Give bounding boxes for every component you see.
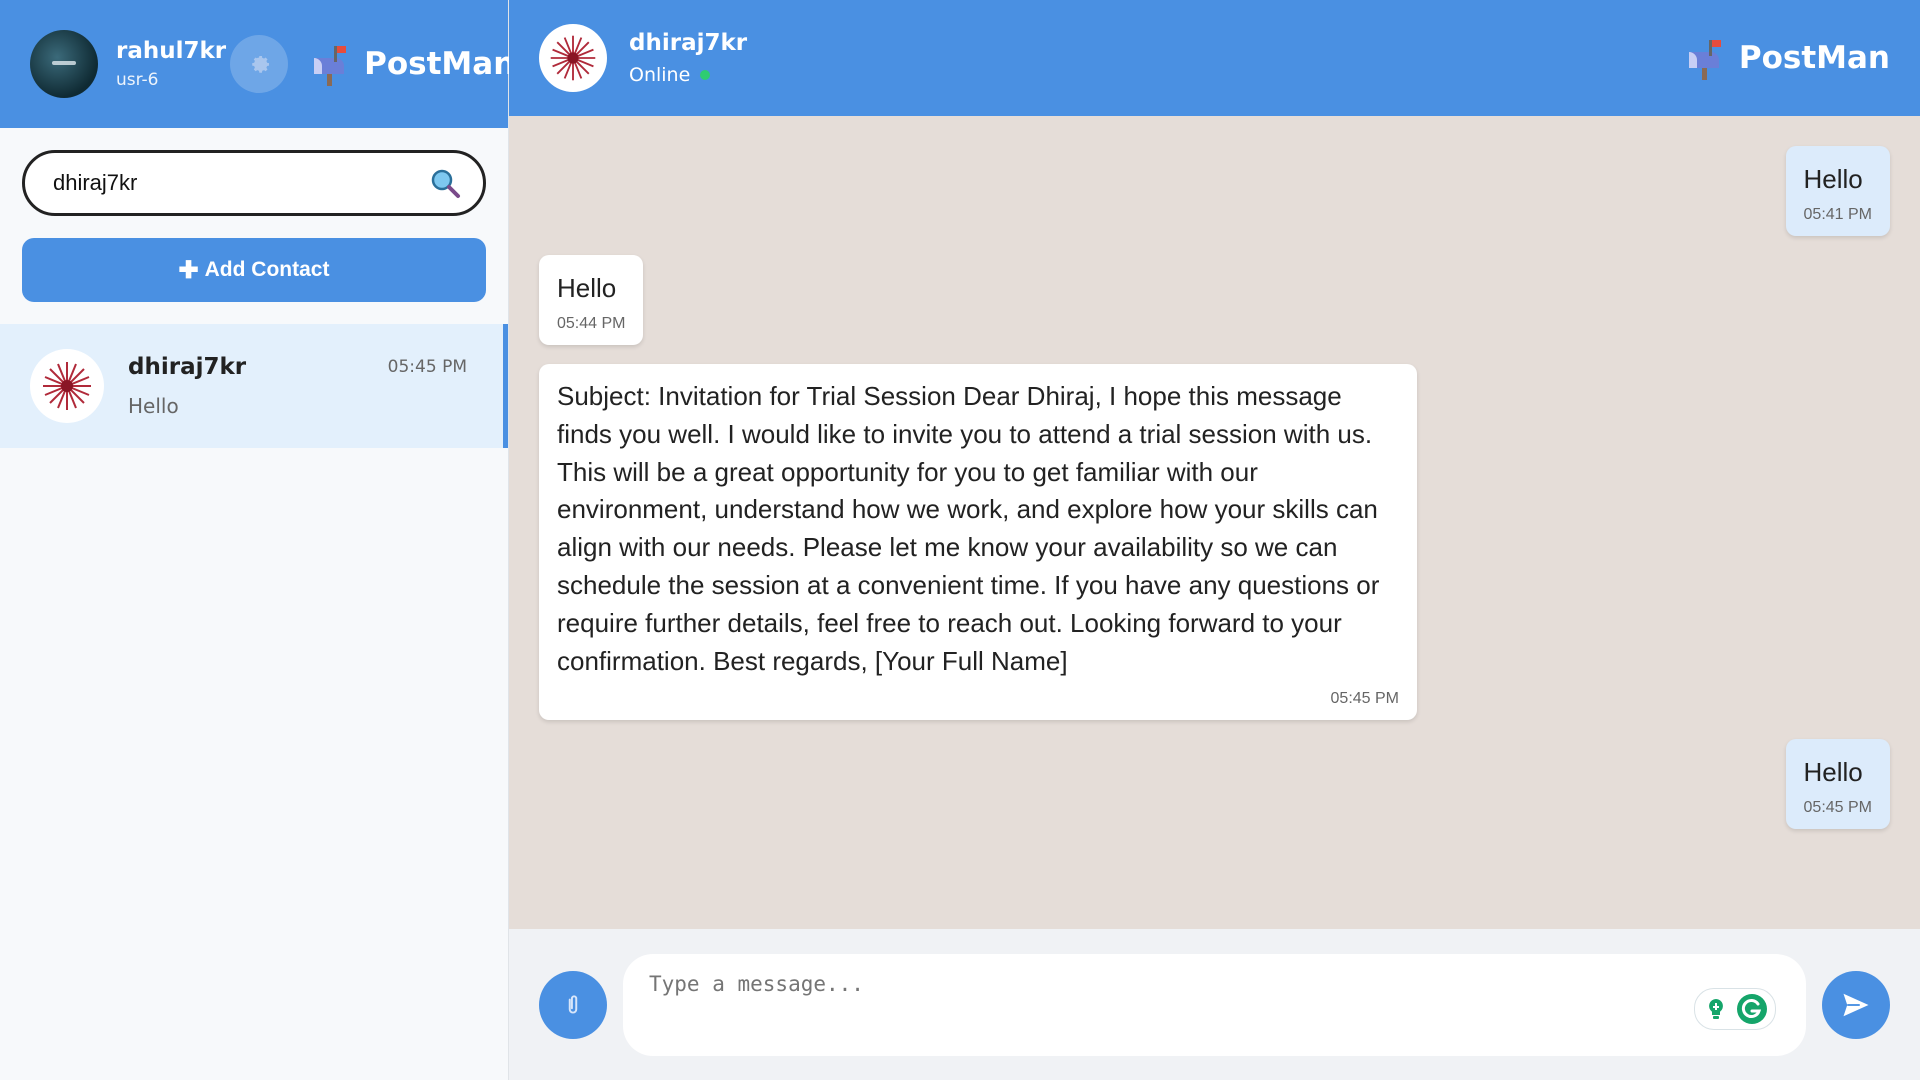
chat-panel: dhiraj7kr Online PostMan Hello 05:41 PM … (509, 0, 1920, 1080)
peer-status-text: Online (629, 64, 691, 86)
message-text: Hello (1803, 757, 1863, 787)
message-input-wrap (623, 953, 1806, 1056)
peer-avatar-image (550, 35, 596, 81)
message-text: Hello (557, 273, 617, 303)
peer-name: dhiraj7kr (629, 30, 748, 56)
peer-info: dhiraj7kr Online (629, 30, 747, 86)
contact-top: dhiraj7kr 05:45 PM (128, 354, 467, 380)
attach-button[interactable] (539, 970, 607, 1039)
paperclip-icon (568, 994, 578, 1013)
sidebar: rahul7kr usr-6 PostMan dhiraj7kr ✚ Add C… (0, 0, 515, 1080)
chat-header: dhiraj7kr Online PostMan (509, 0, 1920, 116)
user-info: rahul7kr usr-6 (116, 38, 226, 90)
message-input[interactable] (649, 971, 1649, 996)
composer (509, 929, 1920, 1080)
message-bubble-incoming: Hello 05:44 PM (539, 255, 644, 345)
message-text: Subject: Invitation for Trial Session De… (557, 381, 1380, 676)
peer-status: Online (629, 64, 747, 86)
contact-avatar (30, 349, 104, 423)
search-icon[interactable] (429, 167, 461, 199)
message-text: Hello (1803, 164, 1863, 194)
search-input[interactable] (53, 170, 429, 196)
contact-last-message: Hello (128, 394, 179, 418)
chat-brand: PostMan (1685, 36, 1890, 80)
gear-icon (252, 55, 270, 73)
user-id: usr-6 (116, 70, 159, 90)
search-wrap (0, 128, 508, 216)
user-avatar[interactable] (30, 30, 98, 98)
send-icon (1843, 993, 1869, 1016)
message-bubble-outgoing: Hello 05:41 PM (1785, 146, 1890, 236)
brand-name: PostMan (364, 46, 516, 82)
grammar-assistant-icon[interactable] (1701, 994, 1731, 1024)
message-list: Hello 05:41 PM Hello 05:44 PM Subject: I… (509, 116, 1920, 929)
sidebar-header: rahul7kr usr-6 PostMan (0, 0, 515, 128)
mailbox-icon (1688, 40, 1721, 80)
add-contact-label: Add Contact (204, 258, 330, 281)
contact-name: dhiraj7kr (128, 354, 247, 380)
message-time: 05:41 PM (1803, 206, 1872, 223)
send-button[interactable] (1822, 970, 1890, 1039)
peer-avatar[interactable] (539, 24, 607, 92)
message-time: 05:45 PM (1803, 799, 1872, 816)
chat-brand-name: PostMan (1738, 40, 1890, 76)
search-box (22, 150, 486, 216)
message-time: 05:45 PM (1330, 690, 1399, 708)
mailbox-icon (314, 46, 347, 86)
settings-button[interactable] (230, 35, 289, 93)
contact-item[interactable]: dhiraj7kr 05:45 PM Hello (0, 324, 508, 448)
contact-body: dhiraj7kr 05:45 PM Hello (128, 354, 467, 418)
add-contact-button[interactable]: ✚ Add Contact (22, 238, 486, 302)
online-indicator (700, 70, 711, 80)
contact-time: 05:45 PM (387, 357, 467, 377)
app: rahul7kr usr-6 PostMan dhiraj7kr ✚ Add C… (0, 0, 1920, 1080)
message-bubble-incoming: Subject: Invitation for Trial Session De… (539, 364, 1417, 721)
grammarly-icon[interactable] (1735, 992, 1769, 1026)
extension-icons (1694, 987, 1776, 1030)
message-time: 05:44 PM (557, 315, 626, 332)
user-name: rahul7kr (116, 38, 227, 64)
contact-avatar-image (43, 362, 91, 410)
plus-icon: ✚ (178, 256, 199, 284)
message-bubble-outgoing: Hello 05:45 PM (1785, 739, 1890, 829)
brand: PostMan (310, 42, 515, 86)
